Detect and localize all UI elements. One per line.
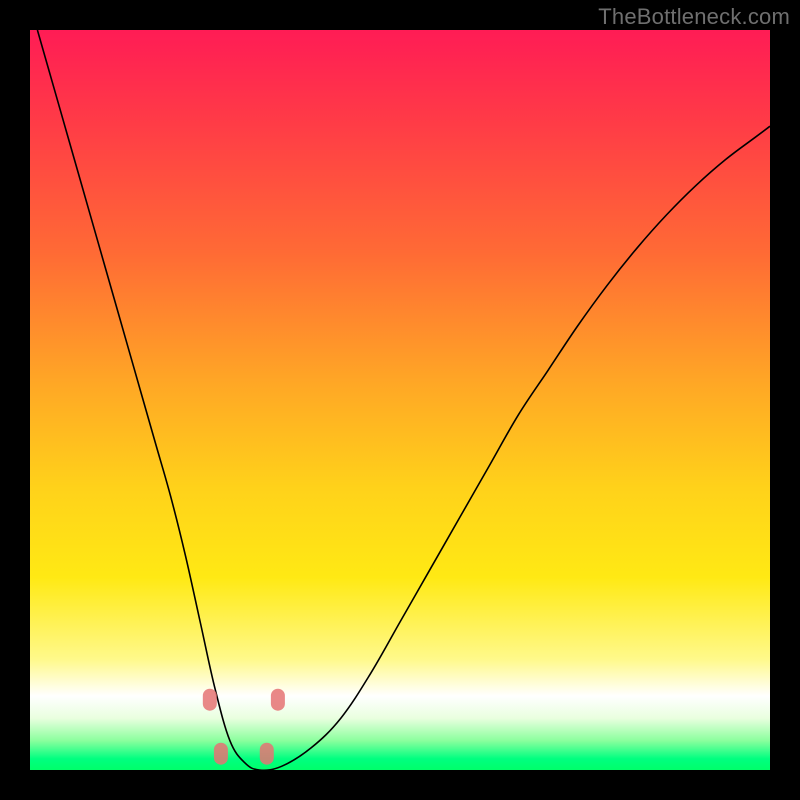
- bottleneck-curve: [37, 30, 770, 770]
- curve-marker: [203, 689, 217, 711]
- curve-markers: [203, 689, 285, 765]
- plot-canvas: [30, 30, 770, 770]
- curve-marker: [271, 689, 285, 711]
- curve-marker: [214, 743, 228, 765]
- curve-marker: [260, 743, 274, 765]
- watermark-text: TheBottleneck.com: [598, 4, 790, 30]
- curve-svg: [30, 30, 770, 770]
